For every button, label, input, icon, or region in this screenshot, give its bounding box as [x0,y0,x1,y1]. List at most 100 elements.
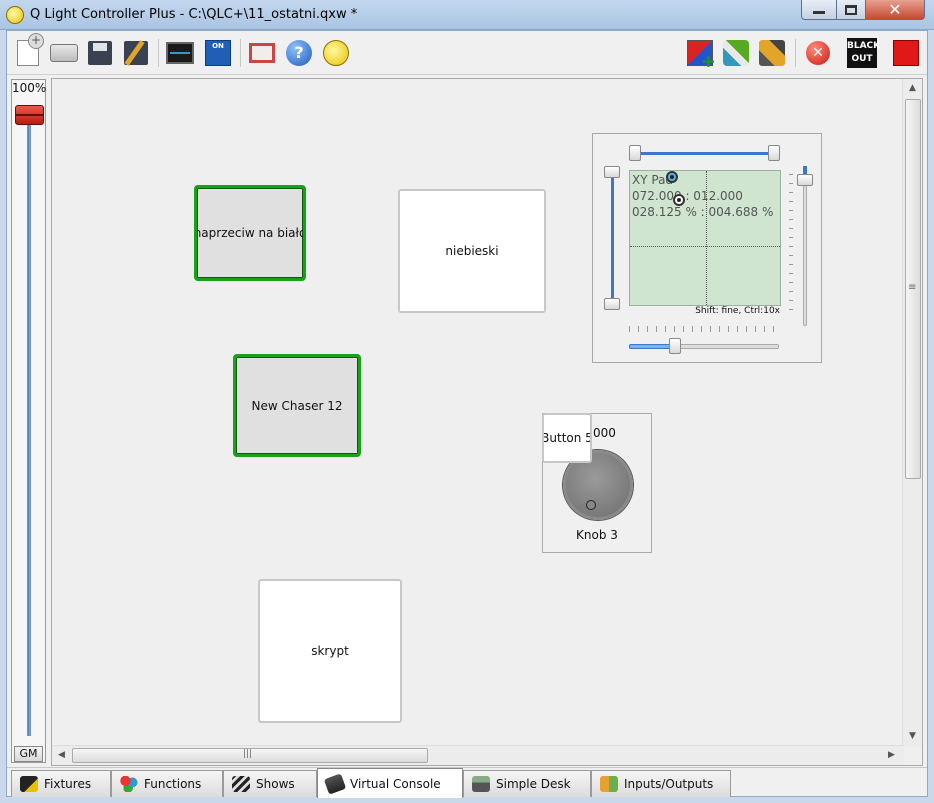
new-workspace-icon [17,33,44,66]
xy-pad-vertical-range-min-handle[interactable] [604,166,620,178]
xy-pad-current-point[interactable] [673,194,685,206]
tab-fixtures[interactable]: Fixtures [11,770,111,797]
simple-desk-icon [472,776,490,792]
tab-label: Simple Desk [496,777,571,791]
tab-shows[interactable]: Shows [223,770,317,797]
vc-button-button-5[interactable]: Button 5 [542,413,592,463]
grand-master-percent: 100% [12,81,47,95]
shows-icon [232,776,250,792]
xy-pad-y-slider-track[interactable] [803,166,807,326]
grand-master-button[interactable]: GM [14,746,43,762]
tab-label: Virtual Console [350,776,441,791]
grand-master-slider-handle[interactable] [15,105,44,125]
grand-master-slider-track[interactable] [27,114,31,736]
xy-pad-y-slider-handle[interactable] [797,174,813,186]
virtual-console-area: naprzeciw na biało niebieski New Chaser … [51,78,923,766]
tab-functions[interactable]: Functions [111,770,223,797]
grip-icon: ≡ [908,282,917,293]
minimize-button[interactable] [801,0,837,20]
vc-button-naprzeciw[interactable]: naprzeciw na biało [194,185,306,281]
grand-master-panel: 100% GM [11,79,46,763]
fixtures-icon [20,776,38,792]
scroll-left-icon[interactable]: ◀ [58,750,65,760]
vertical-scroll-thumb[interactable]: ≡ [905,99,921,479]
horizontal-scrollbar[interactable]: ◀ ||| ▶ [52,745,904,765]
xy-pad-horizontal-guide [630,246,780,247]
window-title: Q Light Controller Plus - C:\QLC+\11_ost… [30,7,358,22]
edit-icon [759,40,785,66]
functions-icon [120,776,138,792]
blackout-button[interactable]: BLACK OUT [847,38,881,68]
save-button[interactable] [85,38,115,68]
about-button[interactable] [321,38,351,68]
vc-button-label: skrypt [311,644,349,658]
tab-label: Shows [256,777,295,791]
vc-button-label: naprzeciw na biało [194,226,306,240]
maximize-icon [845,4,857,15]
help-icon: ? [286,40,312,66]
vc-button-skrypt[interactable]: skrypt [258,579,402,723]
main-tabs: Fixtures Functions Shows Virtual Console… [7,767,927,798]
xy-pad-vertical-ticks [789,174,793,314]
close-icon: ✕ [888,0,902,19]
main-toolbar: ON ? ✕ BLACK OUT [7,31,927,75]
tab-label: Functions [144,777,202,791]
xy-pad: XY Pad 072.000 : 012.000 028.125 % : 004… [592,133,822,363]
maximize-button[interactable] [836,0,866,20]
xy-pad-percentages: 028.125 % : 004.688 % [632,205,774,219]
dip-switch-icon: ON [205,40,231,66]
new-workspace-button[interactable] [13,33,44,68]
vertical-scrollbar[interactable]: ▲ ≡ ▼ [902,79,922,747]
xy-pad-vertical-range-track[interactable] [611,174,614,306]
scroll-right-icon[interactable]: ▶ [888,750,895,760]
close-button[interactable]: ✕ [865,0,925,20]
dip-switch-button[interactable]: ON [203,38,233,68]
vc-button-label: New Chaser 12 [251,398,343,413]
vc-button-label: Button 5 [542,431,592,445]
blackout-line-2: OUT [851,54,873,64]
xy-pad-vertical-range-max-handle[interactable] [604,298,620,310]
toolbar-separator [795,39,796,67]
inputs-outputs-icon [600,776,618,792]
print-button[interactable] [49,38,79,68]
fullscreen-icon [249,43,275,63]
scroll-up-icon[interactable]: ▲ [909,83,916,93]
help-button[interactable]: ? [284,38,314,68]
tab-simple-desk[interactable]: Simple Desk [463,770,591,797]
edit-button[interactable] [757,38,787,68]
tab-virtual-console[interactable]: Virtual Console [317,768,463,798]
tab-label: Inputs/Outputs [624,777,714,791]
toolbar-separator [158,39,159,67]
vc-button-new-chaser-12[interactable]: New Chaser 12 [233,354,361,457]
virtual-console-icon [323,772,347,795]
xy-pad-hint: Shift: fine, Ctrl:10x [629,306,781,322]
xy-pad-horizontal-range-min-handle[interactable] [629,145,641,161]
scroll-down-icon[interactable]: ▼ [909,731,916,741]
knob-value: 000 [593,426,616,440]
tab-inputs-outputs[interactable]: Inputs/Outputs [591,770,731,797]
horizontal-scroll-thumb[interactable]: ||| [72,748,428,763]
record-button[interactable] [891,38,921,68]
xy-pad-target-point[interactable] [666,171,678,183]
monitor-button[interactable] [165,38,195,68]
add-widget-icon [687,40,716,69]
xy-pad-x-slider-handle[interactable] [669,338,681,354]
toolbar-separator [240,39,241,67]
xy-pad-horizontal-range-max-handle[interactable] [768,145,780,161]
blackout-line-1: BLACK [847,41,881,51]
blackout-icon: BLACK OUT [847,38,881,68]
xy-pad-area[interactable]: XY Pad 072.000 : 012.000 028.125 % : 004… [629,170,781,306]
tools-button[interactable] [721,38,751,68]
fullscreen-button[interactable] [247,38,277,68]
main-window: ON ? ✕ BLACK OUT 100% GM naprzeciw na bi… [6,30,928,798]
vc-button-niebieski[interactable]: niebieski [398,189,546,313]
add-widget-button[interactable] [685,38,716,69]
save-as-icon [124,41,148,65]
about-icon [323,40,349,66]
stop-all-functions-icon: ✕ [806,41,830,65]
xy-pad-horizontal-range-track[interactable] [638,152,772,155]
vc-button-label: niebieski [445,244,499,258]
stop-all-functions-button[interactable]: ✕ [803,38,833,68]
monitor-icon [166,42,194,64]
save-as-button[interactable] [121,38,151,68]
